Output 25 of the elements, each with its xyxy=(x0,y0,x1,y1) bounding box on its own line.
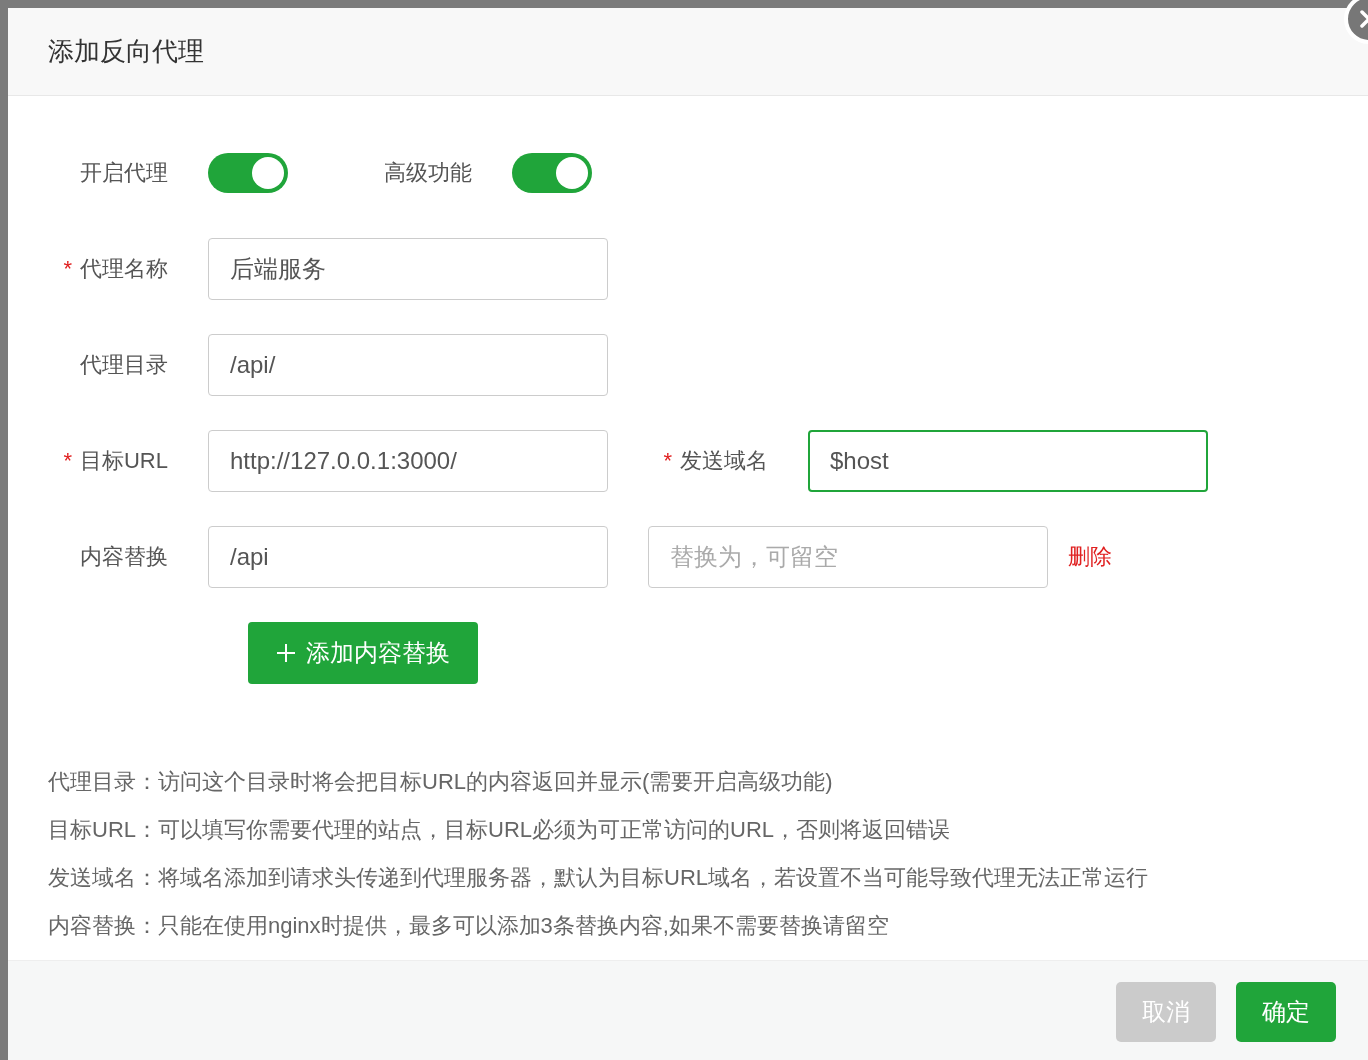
help-text: 代理目录：访问这个目录时将会把目标URL的内容返回并显示(需要开启高级功能) xyxy=(48,768,834,796)
text-field[interactable]: 替换为，可留空 xyxy=(648,526,1048,588)
plus-icon xyxy=(276,643,296,663)
required-mark: * xyxy=(663,448,672,473)
text-field[interactable]: http://127.0.0.1:3000/ xyxy=(208,430,608,492)
toggle-switch[interactable] xyxy=(208,153,288,193)
toggle-switch[interactable] xyxy=(512,153,592,193)
help-text: 发送域名：将域名添加到请求头传递到代理服务器，默认为目标URL域名，若设置不当可能导致代理无法正常运行 xyxy=(48,864,1149,892)
help-text: 目标URL：可以填写你需要代理的站点，目标URL必须为可正常访问的URL，否则将返回错误 xyxy=(48,816,952,844)
field-label: 发送域名 xyxy=(680,448,768,473)
dialog-title: 添加反向代理 xyxy=(48,35,204,68)
field-label: 高级功能 xyxy=(384,160,472,185)
text-field[interactable]: /api/ xyxy=(208,334,608,396)
text-field[interactable]: /api xyxy=(208,526,608,588)
field-label: 开启代理 xyxy=(80,160,168,185)
field-label: 目标URL xyxy=(80,448,168,473)
field-label: 代理名称 xyxy=(80,256,168,281)
required-mark: * xyxy=(63,448,72,473)
text-field[interactable]: 后端服务 xyxy=(208,238,608,300)
help-text: 内容替换：只能在使用nginx时提供，最多可以添加3条替换内容,如果不需要替换请留空 xyxy=(48,912,890,940)
field-label: 代理目录 xyxy=(80,352,168,377)
field-label: 内容替换 xyxy=(80,544,168,569)
text-field[interactable]: $host xyxy=(808,430,1208,492)
required-mark: * xyxy=(63,256,72,281)
delete-link[interactable]: 删除 xyxy=(1068,542,1112,572)
